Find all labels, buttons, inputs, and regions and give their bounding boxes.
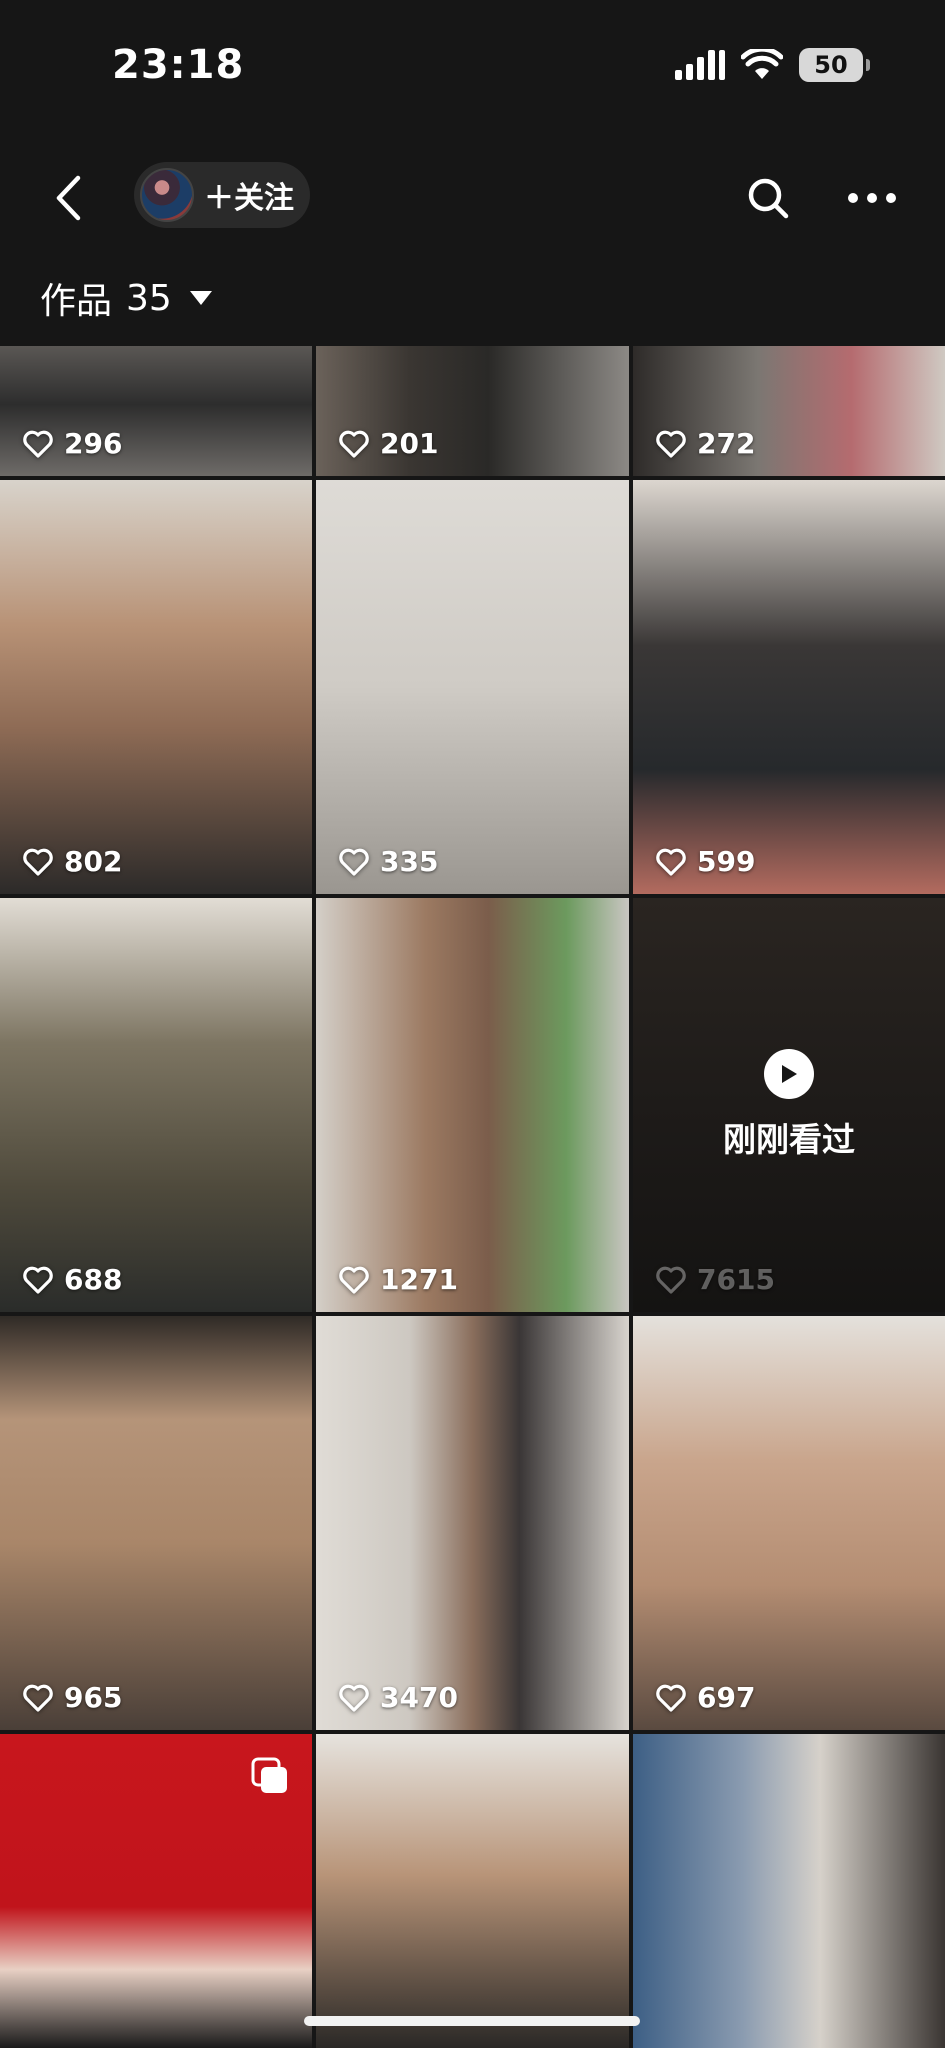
like-count-value: 272 (697, 427, 756, 460)
like-count-value: 965 (64, 1681, 123, 1714)
like-count: 802 (22, 845, 122, 878)
search-icon (748, 178, 789, 219)
multi-image-icon (251, 1757, 287, 1793)
like-count-value: 688 (64, 1263, 123, 1296)
video-tile-14[interactable] (316, 1734, 629, 2048)
more-dots-icon (848, 193, 896, 203)
battery-level: 50 (814, 51, 848, 79)
video-tile-9[interactable]: 刚刚看过 7615 (633, 898, 945, 1312)
like-count-value: 3470 (380, 1681, 458, 1714)
works-header: 作品 35 (0, 260, 945, 346)
video-tile-5[interactable]: 335 (316, 480, 629, 894)
like-count-value: 1271 (380, 1263, 458, 1296)
avatar[interactable] (140, 168, 194, 222)
nav-bar: ＋关注 (0, 140, 945, 260)
heart-icon (23, 1266, 53, 1294)
like-count: 1271 (338, 1263, 458, 1296)
like-count-value: 7615 (697, 1263, 775, 1296)
status-time: 23:18 (112, 42, 245, 88)
works-count: 35 (126, 277, 172, 319)
like-count: 335 (338, 845, 438, 878)
like-count: 688 (22, 1263, 122, 1296)
like-count-value: 296 (64, 427, 123, 460)
heart-icon (339, 848, 369, 876)
chevron-left-icon (56, 175, 81, 221)
like-count: 201 (338, 427, 438, 460)
like-count: 7615 (655, 1263, 775, 1296)
like-count-value: 802 (64, 845, 123, 878)
video-tile-3[interactable]: 272 (633, 346, 945, 476)
video-tile-1[interactable]: 296 (0, 346, 312, 476)
like-count-value: 599 (697, 845, 756, 878)
back-button[interactable] (40, 168, 96, 228)
video-tile-12[interactable]: 697 (633, 1316, 945, 1730)
heart-icon (339, 1266, 369, 1294)
heart-icon (656, 1266, 686, 1294)
cellular-signal-icon (675, 50, 725, 80)
like-count-value: 697 (697, 1681, 756, 1714)
status-bar: 23:18 50 (0, 0, 945, 140)
video-tile-15[interactable] (633, 1734, 945, 2048)
play-icon (764, 1049, 814, 1099)
video-tile-7[interactable]: 688 (0, 898, 312, 1312)
video-tile-2[interactable]: 201 (316, 346, 629, 476)
like-count: 599 (655, 845, 755, 878)
video-tile-6[interactable]: 599 (633, 480, 945, 894)
wifi-icon (741, 49, 783, 79)
like-count-value: 335 (380, 845, 439, 878)
like-count: 272 (655, 427, 755, 460)
follow-label: ＋关注 (204, 181, 294, 216)
like-count: 3470 (338, 1681, 458, 1714)
heart-icon (339, 430, 369, 458)
heart-icon (656, 430, 686, 458)
video-tile-10[interactable]: 965 (0, 1316, 312, 1730)
like-count: 697 (655, 1681, 755, 1714)
like-count: 296 (22, 427, 122, 460)
heart-icon (23, 1684, 53, 1712)
heart-icon (23, 848, 53, 876)
video-tile-8[interactable]: 1271 (316, 898, 629, 1312)
home-indicator[interactable] (304, 2016, 640, 2026)
works-filter-button[interactable]: 作品 35 (40, 272, 212, 324)
heart-icon (339, 1684, 369, 1712)
battery-indicator: 50 (799, 48, 870, 82)
follow-button[interactable]: ＋关注 (134, 162, 310, 228)
heart-icon (23, 430, 53, 458)
search-button[interactable] (740, 168, 796, 228)
works-label: 作品 (40, 281, 113, 322)
recently-watched-overlay: 刚刚看过 (633, 898, 945, 1312)
caret-down-icon (189, 291, 212, 305)
status-icons: 50 (675, 48, 870, 82)
video-tile-11[interactable]: 3470 (316, 1316, 629, 1730)
recently-watched-label: 刚刚看过 (723, 1120, 855, 1159)
like-count: 965 (22, 1681, 122, 1714)
video-tile-4[interactable]: 802 (0, 480, 312, 894)
heart-icon (656, 848, 686, 876)
video-tile-13[interactable] (0, 1734, 312, 2048)
more-options-button[interactable] (840, 168, 904, 228)
video-grid: 296 201 272 802 335 599 688 1271 刚刚看过 76… (0, 346, 945, 2048)
heart-icon (656, 1684, 686, 1712)
like-count-value: 201 (380, 427, 439, 460)
